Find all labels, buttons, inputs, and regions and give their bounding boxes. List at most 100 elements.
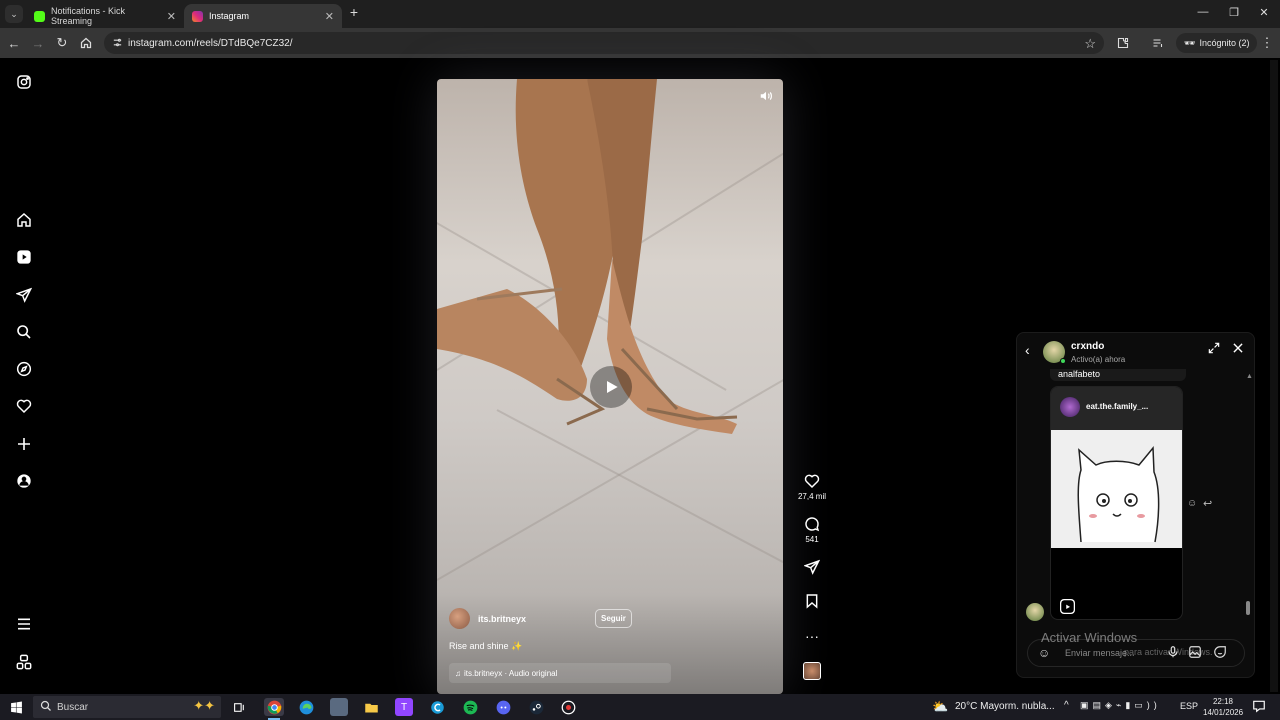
audio-link[interactable]: ♫ its.britneyx · Audio original: [449, 663, 671, 683]
audio-thumbnail[interactable]: [803, 662, 821, 680]
url-text: instagram.com/reels/DTdBQe7CZ32/: [128, 37, 293, 49]
tab-instagram[interactable]: Instagram ✕: [184, 4, 342, 28]
twitch-like-icon[interactable]: T: [395, 698, 413, 716]
close-tab-icon[interactable]: ✕: [325, 10, 334, 23]
mute-icon[interactable]: [759, 89, 773, 103]
share-button[interactable]: [796, 559, 828, 575]
dm-scrollbar[interactable]: ▲: [1246, 373, 1253, 623]
close-tab-icon[interactable]: ✕: [167, 10, 176, 23]
search-icon[interactable]: [14, 322, 34, 342]
tab-kick[interactable]: Notifications - Kick Streaming ✕: [26, 4, 184, 28]
prev-message: analfabeto: [1050, 369, 1186, 381]
emoji-icon[interactable]: ☺: [1038, 646, 1050, 660]
like-count: 27,4 mil: [797, 492, 826, 501]
follow-button[interactable]: Seguir: [595, 609, 632, 628]
expand-icon[interactable]: [1207, 341, 1221, 355]
menu-icon[interactable]: [14, 614, 34, 634]
author-avatar[interactable]: [449, 608, 470, 629]
incognito-icon: 🕶: [1184, 37, 1196, 48]
weather-text[interactable]: 20°C Mayorm. nubla...: [955, 701, 1055, 712]
address-bar[interactable]: instagram.com/reels/DTdBQe7CZ32/ ☆: [104, 32, 1104, 54]
extensions-icon[interactable]: [1115, 35, 1131, 51]
forward-button[interactable]: →: [30, 35, 46, 51]
page-scrollbar[interactable]: [1270, 60, 1278, 692]
site-info-icon[interactable]: [112, 37, 123, 48]
weather-icon[interactable]: ⛅: [932, 699, 948, 715]
system-tray-icons[interactable]: ▣▤◈⌁▮▭)): [1080, 700, 1161, 711]
close-icon[interactable]: [1231, 341, 1245, 355]
create-icon[interactable]: [14, 434, 34, 454]
cartoon-cat-image: [1077, 446, 1160, 543]
back-button[interactable]: ←: [6, 35, 22, 51]
clock[interactable]: 22:18 14/01/2026: [1203, 696, 1243, 718]
explore-icon[interactable]: [14, 359, 34, 379]
like-button[interactable]: 27,4 mil: [796, 473, 828, 501]
discord-icon[interactable]: [494, 698, 512, 716]
edge-taskbar-icon[interactable]: [297, 698, 315, 716]
bookmark-star-icon[interactable]: ☆: [1084, 36, 1096, 52]
home-button[interactable]: [78, 35, 94, 51]
close-window-button[interactable]: ✕: [1256, 6, 1272, 19]
shared-reel-card[interactable]: eat.the.family_...: [1050, 386, 1183, 620]
reels-icon[interactable]: [14, 247, 34, 267]
file-explorer-icon[interactable]: [362, 698, 380, 716]
more-options-icon[interactable]: ···: [796, 628, 828, 644]
app-taskbar-icon[interactable]: [330, 698, 348, 716]
reel-video[interactable]: its.britneyx Seguir Rise and shine ✨ ♫ i…: [437, 79, 783, 694]
comment-count: 541: [805, 535, 819, 544]
chrome-taskbar-icon[interactable]: [264, 698, 284, 716]
react-emoji-icon[interactable]: ☺: [1187, 498, 1197, 509]
threads-icon[interactable]: [14, 652, 34, 672]
windows-start-icon[interactable]: [7, 698, 25, 716]
sender-avatar: [1026, 603, 1044, 621]
media-controls-icon[interactable]: [1150, 35, 1166, 51]
reel-badge-icon: [1060, 599, 1075, 614]
app-red-icon[interactable]: [559, 698, 577, 716]
notification-icon[interactable]: [1252, 699, 1266, 713]
windows-watermark-sub: para activar Windows.: [1124, 647, 1213, 657]
comment-button[interactable]: 541: [796, 516, 828, 544]
task-view-icon[interactable]: [230, 698, 248, 716]
direct-icon[interactable]: [14, 285, 34, 305]
language-indicator[interactable]: ESP: [1180, 701, 1198, 711]
save-button[interactable]: [796, 593, 828, 609]
heart-icon[interactable]: [14, 396, 34, 416]
send-icon: [804, 559, 820, 575]
steam-icon[interactable]: [527, 698, 545, 716]
ccleaner-icon[interactable]: [428, 698, 446, 716]
instagram-logo-icon[interactable]: [14, 72, 34, 92]
shared-reel-thumbnail: [1051, 430, 1182, 548]
home-icon[interactable]: [14, 210, 34, 230]
dm-status: Activo(a) ahora: [1071, 355, 1126, 364]
tab-search-button[interactable]: ⌄: [5, 5, 23, 23]
reload-button[interactable]: ↻: [54, 35, 70, 51]
sticker-icon[interactable]: [1213, 645, 1227, 659]
dm-back-icon[interactable]: ‹: [1025, 342, 1030, 358]
minimize-button[interactable]: —: [1195, 6, 1211, 18]
kick-favicon-icon: [34, 10, 45, 22]
instagram-page: its.britneyx Seguir Rise and shine ✨ ♫ i…: [0, 58, 1280, 694]
taskbar-search[interactable]: Buscar ✦✦: [33, 696, 221, 718]
new-tab-button[interactable]: +: [346, 4, 362, 20]
profile-icon[interactable]: [14, 471, 34, 491]
windows-taskbar: Buscar ✦✦ T ⛅ 20°C Mayorm. nubla... ^ ▣▤…: [0, 694, 1280, 720]
bookmark-icon: [806, 594, 818, 609]
incognito-indicator[interactable]: 🕶 Incógnito (2): [1176, 33, 1258, 53]
audio-label: its.britneyx · Audio original: [464, 668, 558, 678]
browser-tab-bar: ⌄ Notifications - Kick Streaming ✕ Insta…: [0, 0, 1280, 28]
author-username[interactable]: its.britneyx: [478, 614, 526, 624]
dm-panel: ‹ crxndo Activo(a) ahora analfabeto eat.…: [1016, 332, 1255, 678]
clock-time: 22:18: [1212, 697, 1234, 706]
spotify-icon[interactable]: [461, 698, 479, 716]
clock-date: 14/01/2026: [1203, 708, 1244, 717]
play-button[interactable]: [590, 366, 632, 408]
restore-button[interactable]: ❐: [1226, 6, 1242, 19]
browser-toolbar: ← → ↻ instagram.com/reels/DTdBQe7CZ32/ ☆…: [0, 28, 1280, 58]
dm-username[interactable]: crxndo: [1071, 341, 1104, 352]
reply-icon[interactable]: ↩: [1203, 497, 1212, 510]
like-heart-icon: [804, 474, 820, 489]
browser-menu-icon[interactable]: ⋮: [1259, 35, 1275, 51]
sparkle-icon: ✦✦: [193, 698, 215, 713]
music-note-icon: ♫: [455, 668, 461, 678]
tray-overflow-icon[interactable]: ^: [1064, 700, 1069, 711]
